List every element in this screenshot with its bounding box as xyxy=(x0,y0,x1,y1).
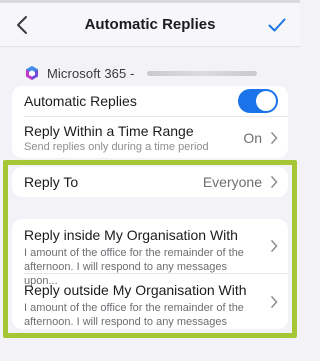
checkmark-icon xyxy=(268,18,286,32)
done-button[interactable] xyxy=(264,11,290,39)
automatic-replies-toggle[interactable] xyxy=(238,89,278,113)
chevron-right-icon xyxy=(271,295,278,308)
reply-inside-label: Reply inside My Organisation With xyxy=(24,227,238,243)
automatic-replies-label: Automatic Replies xyxy=(24,93,137,109)
reply-outside-content: Reply outside My Organisation With I amo… xyxy=(24,282,256,343)
account-header: Microsoft 365 - xyxy=(24,62,258,84)
chevron-right-icon xyxy=(271,240,278,252)
settings-group-main: Automatic Replies Reply Within a Time Ra… xyxy=(12,86,288,158)
reply-outside-row[interactable]: Reply outside My Organisation With I amo… xyxy=(12,274,288,342)
automatic-replies-row: Automatic Replies xyxy=(12,86,288,116)
chevron-left-icon xyxy=(17,16,27,34)
reply-inside-preview-line1: I amount of the office for the remainder… xyxy=(24,247,244,259)
time-range-row[interactable]: Reply Within a Time Range Send replies o… xyxy=(12,117,288,158)
page-bottom xyxy=(0,338,300,361)
account-email-redacted xyxy=(147,70,258,76)
reply-to-value: Everyone xyxy=(202,174,262,190)
back-button[interactable] xyxy=(10,11,34,39)
navigation-bar: Automatic Replies xyxy=(0,3,300,47)
reply-to-row[interactable]: Reply To Everyone xyxy=(12,167,288,197)
page-title: Automatic Replies xyxy=(84,16,216,33)
chevron-right-icon xyxy=(271,176,278,188)
reply-outside-label: Reply outside My Organisation With xyxy=(24,282,247,298)
microsoft-365-logo-icon xyxy=(26,66,38,80)
time-range-value: On xyxy=(243,129,262,146)
settings-group-messages: Reply inside My Organisation With I amou… xyxy=(12,219,288,342)
time-range-label: Reply Within a Time Range xyxy=(24,122,194,139)
toggle-knob xyxy=(256,91,276,111)
reply-outside-preview: I amount of the office for the remainder… xyxy=(24,301,256,343)
settings-group-reply-to: Reply To Everyone xyxy=(12,167,288,197)
chevron-right-icon xyxy=(271,131,278,144)
time-range-subtitle: Send replies only during a time period xyxy=(24,140,209,153)
reply-outside-preview-line1: I amount of the office for the remainder… xyxy=(24,302,244,314)
account-name: Microsoft 365 - xyxy=(47,65,135,81)
reply-to-label: Reply To xyxy=(24,174,79,190)
reply-inside-row[interactable]: Reply inside My Organisation With I amou… xyxy=(12,219,288,287)
